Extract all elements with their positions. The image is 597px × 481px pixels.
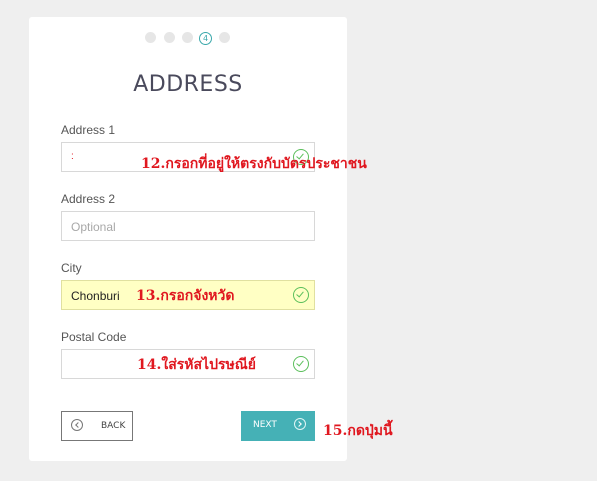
valid-check-icon — [293, 356, 309, 372]
address1-value: : — [71, 151, 74, 162]
page-title: ADDRESS — [133, 72, 243, 97]
address2-placeholder: Optional — [71, 220, 116, 234]
annotation-step-13: 13.กรอกจังหวัด — [136, 288, 235, 304]
city-label: City — [61, 261, 82, 275]
address1-label: Address 1 — [61, 123, 116, 137]
back-button[interactable]: BACK — [61, 411, 133, 441]
annotation-step-14: 14.ใส่รหัสไปรษณีย์ — [137, 357, 256, 373]
address2-label: Address 2 — [61, 192, 116, 206]
next-button[interactable]: NEXT — [241, 411, 315, 441]
next-button-label: NEXT — [253, 420, 277, 430]
city-value: Chonburi — [71, 289, 120, 303]
step-dot-2[interactable] — [164, 32, 175, 43]
valid-check-icon — [293, 287, 309, 303]
chevron-right-icon — [294, 418, 306, 430]
annotation-step-15: 15.กดปุ่มนี้ — [323, 423, 393, 439]
step-dot-3[interactable] — [182, 32, 193, 43]
address2-field[interactable]: Optional — [61, 211, 315, 241]
annotation-step-12: 12.กรอกที่อยู่ให้ตรงกับบัตรประชาชน — [141, 156, 367, 172]
step-dot-5[interactable] — [219, 32, 230, 43]
address-form-card: 4 ADDRESS Address 1 : Address 2 Optional… — [29, 17, 347, 461]
back-button-label: BACK — [101, 421, 126, 431]
step-dot-4-current[interactable]: 4 — [199, 32, 212, 45]
chevron-left-icon — [71, 419, 83, 431]
postal-code-label: Postal Code — [61, 330, 127, 344]
step-dot-1[interactable] — [145, 32, 156, 43]
